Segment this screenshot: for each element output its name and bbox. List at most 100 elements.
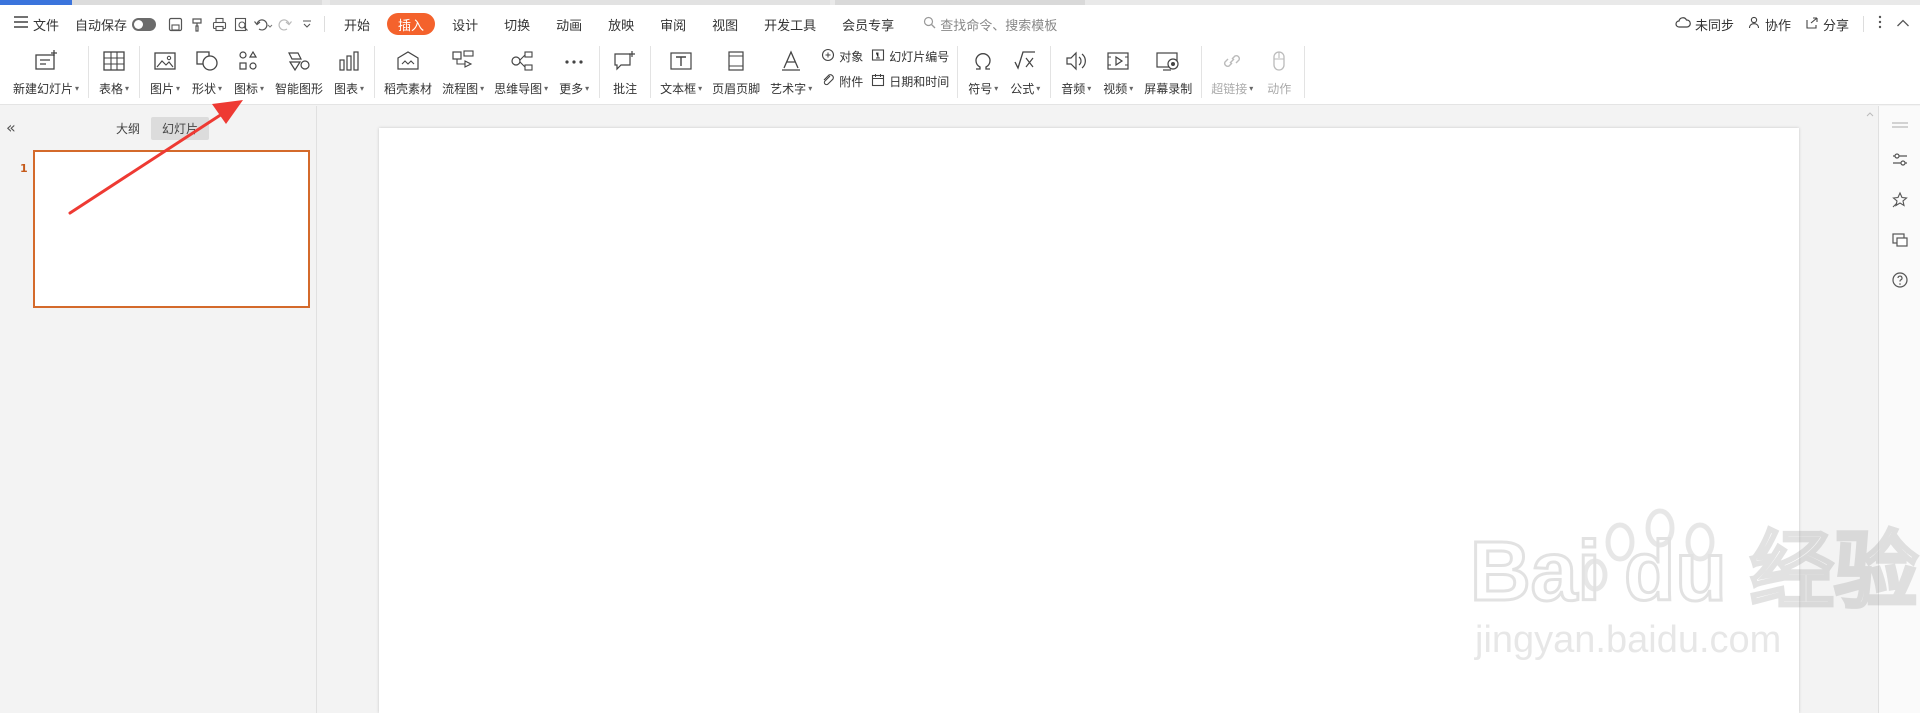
tab-review[interactable]: 审阅 [647, 11, 699, 37]
slide-number-label: 幻灯片编号 [889, 49, 950, 64]
insert-ribbon: 新建幻灯片 ▾ 表格 ▾ 图片 ▾ 形状 ▾ 图标 ▾ 智能图形 图表 ▾ 稻壳… [0, 43, 1920, 105]
right-actions: 未同步 协作 分享 [1675, 5, 1910, 43]
bar-chart-icon [333, 45, 365, 77]
search-placeholder: 查找命令、搜索模板 [940, 18, 1058, 34]
symbol-button[interactable]: 符号 ▾ [962, 43, 1004, 101]
wordart-button[interactable]: 艺术字 ▾ [765, 43, 817, 101]
command-search[interactable]: 查找命令、搜索模板 [923, 15, 1057, 34]
file-menu[interactable]: 文件 [6, 11, 67, 37]
action-button[interactable]: 动作 [1258, 43, 1300, 101]
autosave-toggle[interactable]: 自动保存 [67, 11, 164, 37]
new-slide-button[interactable]: 新建幻灯片 ▾ [8, 43, 84, 101]
hyperlink-button[interactable]: 超链接 ▾ [1206, 43, 1258, 101]
more-options-icon[interactable] [1878, 15, 1882, 33]
right-divider [1863, 16, 1864, 32]
tab-slides[interactable]: 幻灯片 [151, 117, 210, 140]
tab-slideshow[interactable]: 放映 [595, 11, 647, 37]
icon-library-icon [233, 45, 265, 77]
print-preview-icon[interactable] [230, 13, 252, 35]
flowchart-button[interactable]: 流程图 ▾ [437, 43, 489, 101]
tab-developer[interactable]: 开发工具 [751, 11, 829, 37]
collapse-panel-icon[interactable]: « [6, 118, 16, 137]
screen-record-label: 屏幕录制 [1144, 82, 1193, 96]
tab-outline[interactable]: 大纲 [105, 117, 151, 140]
baidu-paw-logo: Bai du 经验 jingyan.baidu.com [1469, 508, 1920, 661]
table-button[interactable]: 表格 ▾ [93, 43, 135, 101]
cloud-sync-icon [1675, 16, 1691, 33]
tab-insert[interactable]: 插入 [387, 13, 436, 35]
object-label: 对象 [839, 49, 864, 64]
docer-materials-icon [392, 45, 424, 77]
datetime-button[interactable]: 日期和时间 [871, 71, 949, 91]
audio-button[interactable]: 音频 ▾ [1055, 43, 1097, 101]
more-button[interactable]: 更多 ▾ [553, 43, 595, 101]
slide-thumbnail[interactable] [33, 150, 310, 308]
comment-button[interactable]: 批注 [604, 43, 646, 101]
drag-handle-icon[interactable] [1891, 114, 1909, 133]
flowchart-label: 流程图 [442, 82, 479, 96]
docer-label: 稻壳素材 [384, 82, 433, 96]
icon-button[interactable]: 图标 ▾ [228, 43, 270, 101]
dropdown-caret-icon: ▾ [360, 84, 365, 93]
video-icon [1102, 45, 1134, 77]
format-painter-icon[interactable] [186, 13, 208, 35]
print-icon[interactable] [208, 13, 230, 35]
undo-icon[interactable] [252, 13, 274, 35]
watermark-url: jingyan.baidu.com [1474, 619, 1781, 661]
chart-button[interactable]: 图表 ▾ [328, 43, 370, 101]
sync-status[interactable]: 未同步 [1675, 15, 1734, 34]
dropdown-caret-icon: ▾ [218, 84, 223, 93]
tab-home[interactable]: 开始 [331, 11, 383, 37]
link-icon [1216, 45, 1248, 77]
ellipsis-icon [558, 45, 590, 77]
menu-divider [324, 16, 326, 32]
attachment-label: 附件 [839, 74, 864, 89]
flowchart-icon [447, 45, 479, 77]
animation-star-icon[interactable] [1891, 191, 1909, 213]
header-footer-button[interactable]: 页眉页脚 [707, 43, 765, 101]
smartart-button[interactable]: 智能图形 [270, 43, 328, 101]
help-icon[interactable] [1891, 271, 1909, 293]
watermark-brand: Bai du 经验 [1470, 524, 1918, 618]
collapse-ribbon-icon[interactable] [1896, 17, 1910, 32]
ribbon-separator [139, 46, 141, 98]
settings-sliders-icon[interactable] [1891, 151, 1909, 173]
save-icon[interactable] [164, 13, 186, 35]
mindmap-button[interactable]: 思维导图 ▾ [489, 43, 553, 101]
docer-button[interactable]: 稻壳素材 [379, 43, 437, 101]
picture-button[interactable]: 图片 ▾ [144, 43, 186, 101]
formula-label: 公式 [1010, 82, 1035, 96]
ribbon-separator [650, 46, 652, 98]
tab-view[interactable]: 视图 [699, 11, 751, 37]
textbox-button[interactable]: 文本框 ▾ [655, 43, 707, 101]
formula-button[interactable]: 公式 ▾ [1004, 43, 1046, 101]
screen-record-button[interactable]: 屏幕录制 [1139, 43, 1197, 101]
toggle-switch-icon[interactable] [132, 17, 157, 31]
picture-label: 图片 [150, 82, 175, 96]
user-icon [1748, 16, 1761, 33]
video-label: 视频 [1103, 82, 1128, 96]
mindmap-icon [505, 45, 537, 77]
tab-animations[interactable]: 动画 [543, 11, 595, 37]
scroll-up-icon[interactable] [1862, 107, 1878, 121]
share-button[interactable]: 分享 [1805, 15, 1849, 34]
ribbon-separator [1304, 46, 1306, 98]
collab-button[interactable]: 协作 [1748, 15, 1791, 34]
share-icon [1805, 16, 1819, 33]
paperclip-icon [821, 73, 835, 90]
slide-number-button[interactable]: 幻灯片编号 [871, 46, 949, 66]
tab-member[interactable]: 会员专享 [829, 11, 907, 37]
tab-design[interactable]: 设计 [439, 11, 491, 37]
object-button[interactable]: 对象 [821, 46, 863, 66]
shape-label: 形状 [192, 82, 217, 96]
ribbon-separator [1050, 46, 1052, 98]
slide-switch-icon[interactable] [1891, 231, 1909, 253]
dropdown-caret-icon: ▾ [808, 84, 813, 93]
video-button[interactable]: 视频 ▾ [1097, 43, 1139, 101]
tab-transitions[interactable]: 切换 [491, 11, 543, 37]
attachment-button[interactable]: 附件 [821, 71, 863, 91]
shape-button[interactable]: 形状 ▾ [186, 43, 228, 101]
more-label: 更多 [559, 82, 584, 96]
redo-icon[interactable] [274, 13, 296, 35]
customize-quick-access-icon[interactable] [296, 13, 318, 35]
